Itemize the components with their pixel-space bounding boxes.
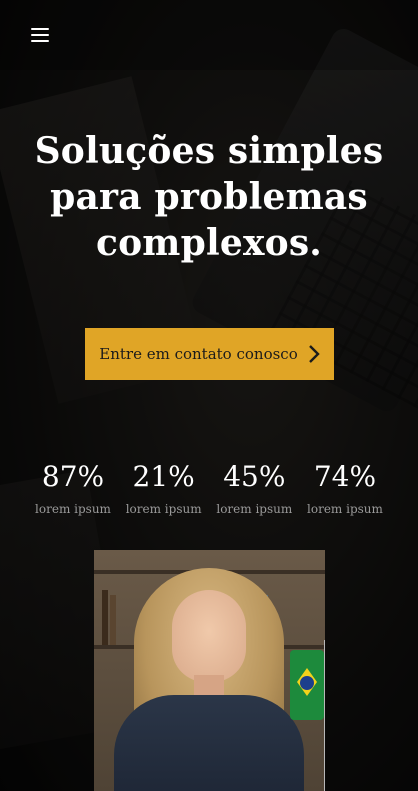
- contact-cta-button[interactable]: Entre em contato conosco: [85, 328, 334, 380]
- chevron-right-icon: [308, 345, 320, 363]
- stat-item: 21% lorem ipsum: [119, 460, 209, 516]
- hero-headline: Soluções simples para problemas complexo…: [20, 128, 398, 266]
- lawyer-portrait-photo: [94, 550, 325, 791]
- stat-item: 74% lorem ipsum: [300, 460, 390, 516]
- stat-label: lorem ipsum: [35, 502, 111, 516]
- stat-value: 74%: [313, 460, 377, 493]
- headline-line-3: complexos.: [95, 222, 323, 264]
- stat-label: lorem ipsum: [216, 502, 293, 516]
- stat-item: 45% lorem ipsum: [209, 460, 299, 516]
- book: [110, 595, 116, 645]
- stat-value: 87%: [41, 460, 105, 493]
- menu-line: [31, 28, 49, 30]
- top-navigation-bar: [0, 0, 418, 70]
- stat-label: lorem ipsum: [125, 502, 202, 516]
- shirt-shape: [114, 695, 304, 791]
- headline-line-1: Soluções simples: [34, 130, 384, 172]
- stat-item: 87% lorem ipsum: [28, 460, 118, 516]
- headline-line-2: para problemas: [50, 176, 368, 218]
- flag-pole: [324, 640, 325, 791]
- stats-row: 87% lorem ipsum 21% lorem ipsum 45% lore…: [28, 460, 390, 516]
- stat-value: 45%: [223, 460, 286, 493]
- hamburger-menu-icon[interactable]: [31, 28, 49, 42]
- menu-line: [31, 40, 49, 42]
- menu-line: [31, 34, 49, 36]
- stat-value: 21%: [132, 460, 195, 493]
- flag-circle: [300, 676, 314, 690]
- cta-label: Entre em contato conosco: [99, 345, 298, 363]
- stat-label: lorem ipsum: [307, 502, 383, 516]
- book: [102, 590, 108, 645]
- face-shape: [172, 590, 246, 682]
